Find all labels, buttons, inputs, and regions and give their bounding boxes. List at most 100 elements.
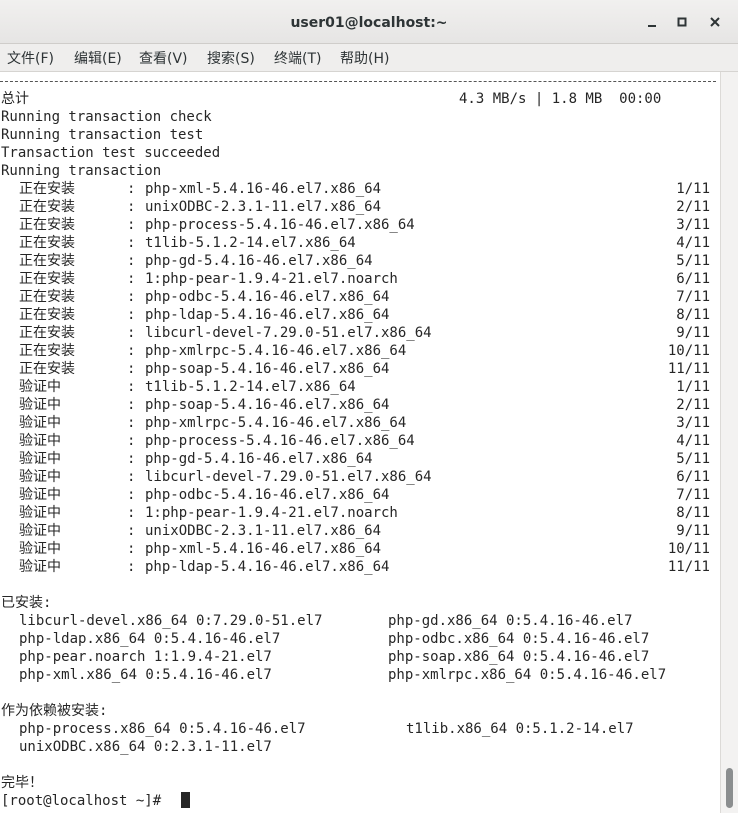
step-progress: 2/11 bbox=[676, 199, 710, 215]
step-package: unixODBC-2.3.1-11.el7.x86_64 bbox=[145, 199, 382, 215]
text-cursor bbox=[181, 792, 190, 808]
step-progress: 3/11 bbox=[676, 217, 710, 233]
step-separator: : bbox=[127, 271, 136, 287]
step-action: 验证中 bbox=[19, 451, 61, 467]
dependency-package: php-process.x86_64 0:5.4.16-46.el7 bbox=[19, 721, 306, 737]
installed-package: php-xmlrpc.x86_64 0:5.4.16-46.el7 bbox=[388, 667, 667, 683]
total-label: 总计 bbox=[1, 91, 29, 107]
dependency-package: unixODBC.x86_64 0:2.3.1-11.el7 bbox=[19, 739, 272, 755]
vertical-scrollbar[interactable] bbox=[720, 72, 738, 813]
minimize-icon bbox=[648, 25, 656, 27]
step-package: php-ldap-5.4.16-46.el7.x86_64 bbox=[145, 559, 390, 575]
step-progress: 10/11 bbox=[667, 343, 710, 359]
message-line: Running transaction test bbox=[1, 127, 204, 143]
step-action: 正在安装 bbox=[19, 181, 75, 197]
menu-help[interactable]: 帮助(H) bbox=[340, 48, 389, 68]
step-package: php-gd-5.4.16-46.el7.x86_64 bbox=[145, 253, 373, 269]
step-package: t1lib-5.1.2-14.el7.x86_64 bbox=[145, 235, 356, 251]
total-stats: 4.3 MB/s | 1.8 MB 00:00 bbox=[459, 91, 662, 107]
close-icon bbox=[710, 17, 720, 27]
step-package: 1:php-pear-1.9.4-21.el7.noarch bbox=[145, 271, 398, 287]
title-bar[interactable]: user01@localhost:~ bbox=[0, 0, 738, 44]
step-separator: : bbox=[127, 433, 136, 449]
installed-package: php-xml.x86_64 0:5.4.16-46.el7 bbox=[19, 667, 272, 683]
window-title: user01@localhost:~ bbox=[290, 15, 448, 31]
step-package: php-process-5.4.16-46.el7.x86_64 bbox=[145, 433, 415, 449]
step-separator: : bbox=[127, 397, 136, 413]
menu-view[interactable]: 查看(V) bbox=[139, 48, 188, 68]
step-progress: 1/11 bbox=[676, 181, 710, 197]
menu-edit[interactable]: 编辑(E) bbox=[74, 48, 122, 68]
dependency-heading: 作为依赖被安装: bbox=[1, 703, 108, 719]
step-separator: : bbox=[127, 307, 136, 323]
step-package: libcurl-devel-7.29.0-51.el7.x86_64 bbox=[145, 325, 432, 341]
step-separator: : bbox=[127, 415, 136, 431]
close-button[interactable] bbox=[705, 12, 725, 32]
step-separator: : bbox=[127, 199, 136, 215]
terminal-output[interactable]: 总计 4.3 MB/s | 1.8 MB 00:00 Running trans… bbox=[0, 72, 720, 813]
step-separator: : bbox=[127, 469, 136, 485]
step-separator: : bbox=[127, 289, 136, 305]
step-separator: : bbox=[127, 235, 136, 251]
step-action: 正在安装 bbox=[19, 325, 75, 341]
dependency-package: t1lib.x86_64 0:5.1.2-14.el7 bbox=[406, 721, 634, 737]
message-line: Running transaction check bbox=[1, 109, 212, 125]
step-action: 验证中 bbox=[19, 487, 61, 503]
step-progress: 8/11 bbox=[676, 505, 710, 521]
menu-terminal[interactable]: 终端(T) bbox=[274, 48, 321, 68]
scrollbar-thumb[interactable] bbox=[726, 768, 733, 808]
step-package: php-xmlrpc-5.4.16-46.el7.x86_64 bbox=[145, 415, 407, 431]
step-separator: : bbox=[127, 487, 136, 503]
step-action: 正在安装 bbox=[19, 289, 75, 305]
step-package: php-xml-5.4.16-46.el7.x86_64 bbox=[145, 181, 382, 197]
step-separator: : bbox=[127, 343, 136, 359]
step-action: 验证中 bbox=[19, 469, 61, 485]
step-action: 验证中 bbox=[19, 433, 61, 449]
divider-line bbox=[0, 81, 716, 82]
installed-package: php-gd.x86_64 0:5.4.16-46.el7 bbox=[388, 613, 633, 629]
step-action: 正在安装 bbox=[19, 217, 75, 233]
step-separator: : bbox=[127, 253, 136, 269]
step-progress: 4/11 bbox=[676, 235, 710, 251]
step-package: php-process-5.4.16-46.el7.x86_64 bbox=[145, 217, 415, 233]
step-progress: 10/11 bbox=[667, 541, 710, 557]
maximize-icon bbox=[677, 17, 687, 27]
step-action: 正在安装 bbox=[19, 307, 75, 323]
step-separator: : bbox=[127, 505, 136, 521]
installed-package: php-pear.noarch 1:1.9.4-21.el7 bbox=[19, 649, 272, 665]
menu-bar: 文件(F) 编辑(E) 查看(V) 搜索(S) 终端(T) 帮助(H) bbox=[0, 44, 738, 72]
step-package: php-xml-5.4.16-46.el7.x86_64 bbox=[145, 541, 382, 557]
terminal-window: user01@localhost:~ 文件(F) 编辑(E) 查看(V) 搜索(… bbox=[0, 0, 738, 813]
message-line: Transaction test succeeded bbox=[1, 145, 221, 161]
step-progress: 9/11 bbox=[676, 523, 710, 539]
step-action: 正在安装 bbox=[19, 253, 75, 269]
step-package: 1:php-pear-1.9.4-21.el7.noarch bbox=[145, 505, 398, 521]
step-package: libcurl-devel-7.29.0-51.el7.x86_64 bbox=[145, 469, 432, 485]
step-separator: : bbox=[127, 325, 136, 341]
installed-package: php-ldap.x86_64 0:5.4.16-46.el7 bbox=[19, 631, 281, 647]
step-separator: : bbox=[127, 451, 136, 467]
installed-heading: 已安装: bbox=[1, 595, 52, 611]
step-progress: 9/11 bbox=[676, 325, 710, 341]
step-progress: 1/11 bbox=[676, 379, 710, 395]
step-action: 正在安装 bbox=[19, 361, 75, 377]
step-package: t1lib-5.1.2-14.el7.x86_64 bbox=[145, 379, 356, 395]
step-separator: : bbox=[127, 181, 136, 197]
shell-prompt: [root@localhost ~]# bbox=[1, 793, 170, 809]
step-action: 验证中 bbox=[19, 397, 61, 413]
step-progress: 6/11 bbox=[676, 469, 710, 485]
maximize-button[interactable] bbox=[672, 12, 692, 32]
step-progress: 7/11 bbox=[676, 289, 710, 305]
step-separator: : bbox=[127, 541, 136, 557]
step-action: 正在安装 bbox=[19, 343, 75, 359]
step-package: php-odbc-5.4.16-46.el7.x86_64 bbox=[145, 289, 390, 305]
minimize-button[interactable] bbox=[642, 12, 662, 32]
installed-package: php-odbc.x86_64 0:5.4.16-46.el7 bbox=[388, 631, 650, 647]
step-separator: : bbox=[127, 379, 136, 395]
menu-file[interactable]: 文件(F) bbox=[7, 48, 54, 68]
step-action: 验证中 bbox=[19, 415, 61, 431]
step-action: 验证中 bbox=[19, 505, 61, 521]
menu-search[interactable]: 搜索(S) bbox=[207, 48, 255, 68]
complete-message: 完毕！ bbox=[1, 775, 43, 791]
installed-package: php-soap.x86_64 0:5.4.16-46.el7 bbox=[388, 649, 650, 665]
